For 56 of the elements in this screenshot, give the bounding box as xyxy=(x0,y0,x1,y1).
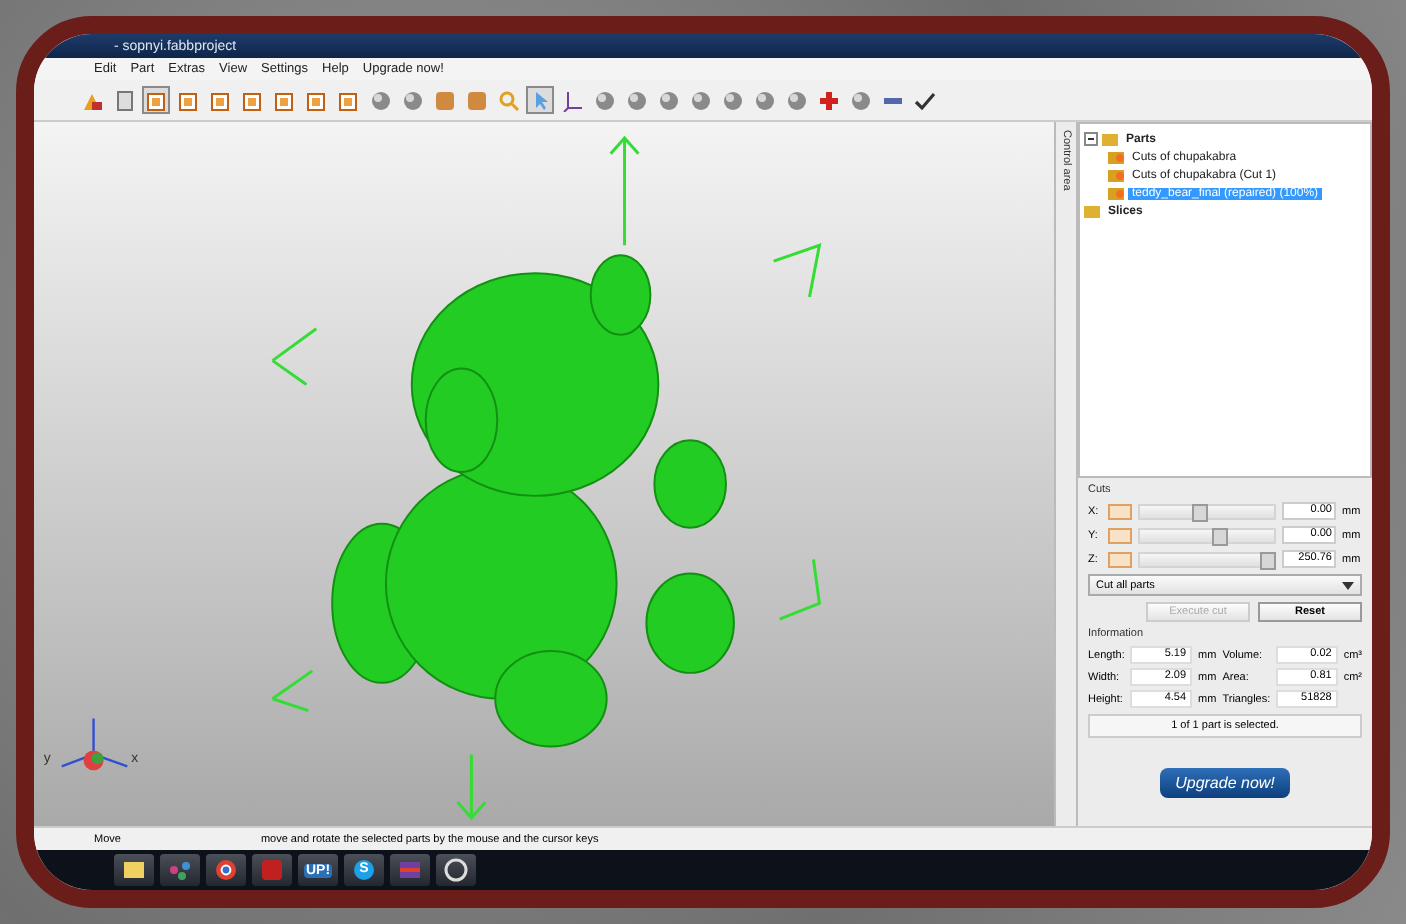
app-icon xyxy=(444,858,468,882)
sphere-icon xyxy=(593,89,615,111)
folder-icon xyxy=(1102,132,1118,146)
upgrade-button[interactable]: Upgrade now! xyxy=(1159,767,1291,797)
check-icon xyxy=(913,89,935,111)
teddy-bear-drawing[interactable] xyxy=(331,254,735,748)
slider-track[interactable] xyxy=(1138,527,1276,543)
cube-icon xyxy=(273,89,295,111)
sphere-icon xyxy=(753,89,775,111)
app-icon xyxy=(260,858,284,882)
sphere-icon xyxy=(689,89,711,111)
taskbar-button[interactable] xyxy=(436,854,476,886)
app-icon xyxy=(398,858,422,882)
slider-thumb[interactable] xyxy=(1259,551,1276,569)
slider-thumb[interactable] xyxy=(1212,527,1229,545)
taskbar-button[interactable] xyxy=(114,854,154,886)
search-icon xyxy=(497,89,519,111)
sphere-icon xyxy=(369,89,391,111)
slider-track[interactable] xyxy=(1138,503,1276,519)
part-icon xyxy=(1108,150,1124,164)
box-icon xyxy=(433,89,455,111)
sphere-icon xyxy=(849,89,871,111)
toolbar-button[interactable] xyxy=(558,86,586,114)
box-icon xyxy=(465,89,487,111)
sphere-icon xyxy=(657,89,679,111)
axis-gizmo-icon xyxy=(60,717,129,771)
cube-icon xyxy=(177,89,199,111)
toolbar-button[interactable] xyxy=(814,86,842,114)
caret-icon xyxy=(1342,581,1354,589)
app-icon xyxy=(168,858,192,882)
slider-track[interactable] xyxy=(1138,551,1276,567)
cube-icon xyxy=(305,89,327,111)
folder-icon xyxy=(1084,204,1100,218)
cube-icon xyxy=(209,89,231,111)
sphere-icon xyxy=(785,89,807,111)
app-icon xyxy=(122,858,146,882)
cube-icon xyxy=(145,89,167,111)
page-icon xyxy=(113,89,135,111)
expander-icon[interactable] xyxy=(1084,132,1098,146)
cube-icon xyxy=(241,89,263,111)
part-icon xyxy=(1108,186,1124,200)
move-gizmo-drawing[interactable] xyxy=(271,135,822,821)
browser-icon xyxy=(214,858,238,882)
sphere-icon xyxy=(625,89,647,111)
sphere-icon xyxy=(401,89,423,111)
axis-icon xyxy=(561,89,583,111)
sphere-icon xyxy=(721,89,743,111)
color-swatch[interactable] xyxy=(1108,527,1132,543)
cube-icon xyxy=(337,89,359,111)
part-icon xyxy=(1108,168,1124,182)
taskbar-button[interactable] xyxy=(206,854,246,886)
color-swatch[interactable] xyxy=(1108,551,1132,567)
shapes-icon xyxy=(81,89,103,111)
color-swatch[interactable] xyxy=(1108,503,1132,519)
slider-thumb[interactable] xyxy=(1192,503,1209,521)
plus-icon xyxy=(817,89,839,111)
